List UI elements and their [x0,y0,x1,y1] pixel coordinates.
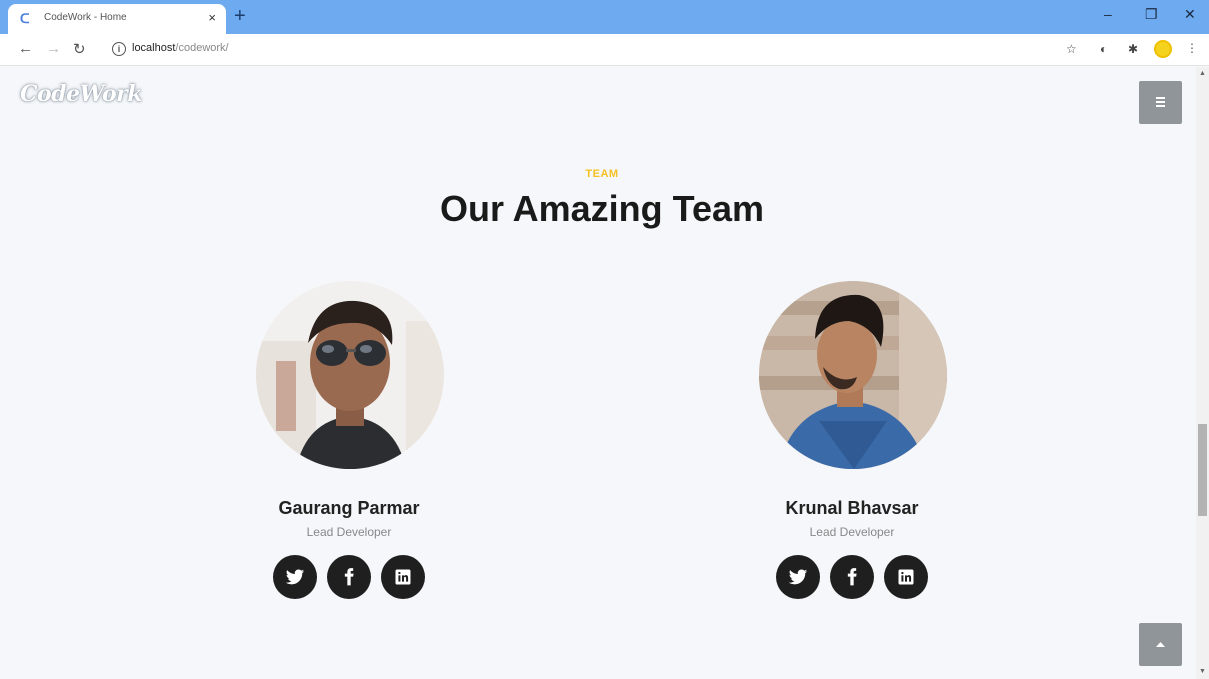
linkedin-link[interactable] [884,555,928,599]
site-logo[interactable]: CodeWork [20,81,142,107]
url-path: /codework/ [175,42,229,54]
url-field[interactable]: localhost/codework/ [132,42,229,54]
facebook-link[interactable] [830,555,874,599]
facebook-icon [847,568,857,586]
scrollbar-thumb[interactable] [1198,424,1207,516]
url-host: localhost [132,42,176,54]
minimize-button[interactable]: – [1104,6,1112,22]
linkedin-icon [898,569,914,585]
tab-close-icon[interactable]: × [208,10,216,25]
back-to-top-button[interactable] [1139,623,1182,666]
twitter-icon [788,569,808,585]
close-window-button[interactable]: ✕ [1184,6,1196,23]
extension-icon[interactable]: ◐ [1100,42,1107,56]
reload-icon[interactable]: ↻ [73,40,86,58]
linkedin-link[interactable] [381,555,425,599]
scroll-up-arrow-icon[interactable]: ▲ [1199,70,1206,77]
tab-title: CodeWork - Home [44,12,127,23]
extensions-puzzle-icon[interactable]: ✱ [1128,42,1138,56]
new-tab-button[interactable]: + [234,5,246,27]
social-links [199,555,499,599]
forward-arrow-icon[interactable]: → [46,40,61,57]
page-viewport: CodeWork TEAM Our Amazing Team Gaurang P… [0,67,1196,679]
profile-avatar-icon[interactable] [1154,40,1172,58]
twitter-icon [285,569,305,585]
chevron-up-icon [1156,642,1165,647]
browser-menu-icon[interactable]: ⋮ [1186,41,1198,55]
page-scrollbar[interactable] [1196,67,1209,679]
twitter-link[interactable] [776,555,820,599]
linkedin-icon [395,569,411,585]
scroll-down-arrow-icon[interactable]: ▼ [1199,668,1206,675]
hamburger-icon [1156,97,1165,99]
bookmark-star-icon[interactable]: ☆ [1066,42,1077,56]
member-role: Lead Developer [306,525,392,539]
hamburger-icon-bar [1156,105,1165,107]
browser-tab-strip: ᑕ CodeWork - Home × + – ❐ ✕ [0,0,1209,34]
member-name: Krunal Bhavsar [785,498,919,518]
restore-button[interactable]: ❐ [1145,6,1158,23]
twitter-link[interactable] [273,555,317,599]
member-photo [256,281,444,469]
hamburger-icon-bar [1156,101,1165,103]
back-arrow-icon[interactable]: ← [18,40,33,57]
social-links [702,555,1002,599]
facebook-icon [344,568,354,586]
member-role: Lead Developer [809,525,895,539]
section-heading: Our Amazing Team [439,188,765,229]
member-name: Gaurang Parmar [278,498,420,518]
menu-toggle-button[interactable] [1139,81,1182,124]
member-photo [759,281,947,469]
section-kicker: TEAM [585,168,619,180]
browser-tab[interactable]: ᑕ CodeWork - Home × [8,4,226,34]
codework-favicon-icon: ᑕ [20,11,30,26]
facebook-link[interactable] [327,555,371,599]
address-bar: ← → ↻ i localhost/codework/ ☆ ◐ ✱ ⋮ [0,34,1209,66]
site-info-icon[interactable]: i [112,42,126,56]
